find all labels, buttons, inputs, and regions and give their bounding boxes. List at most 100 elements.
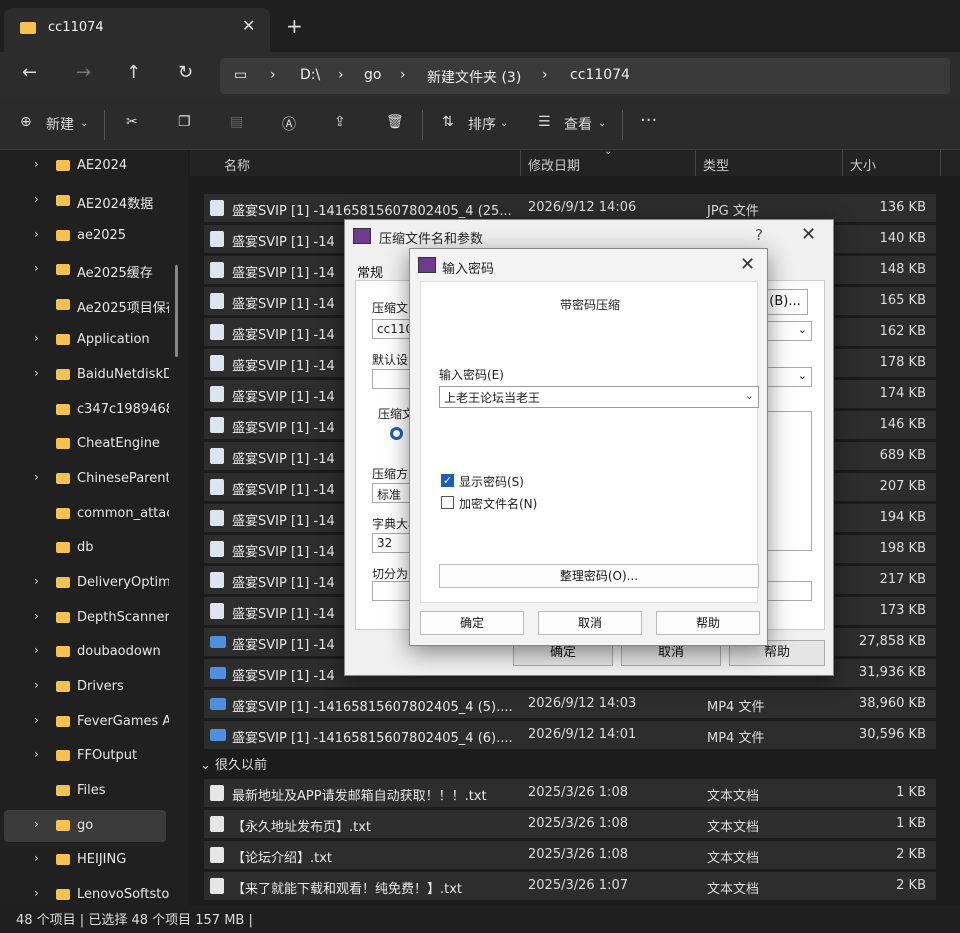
- new-tab-icon[interactable]: +: [286, 14, 303, 38]
- encrypt-filenames-label[interactable]: 加密文件名(N): [459, 495, 537, 512]
- sidebar-item[interactable]: › Application: [0, 324, 180, 356]
- file-row[interactable]: 【论坛介绍】.txt 2025/3/26 1:08 文本文档 2 KB: [204, 841, 936, 869]
- new-button[interactable]: 新建: [46, 114, 74, 134]
- file-row[interactable]: 最新地址及APP请发邮箱自动获取！！！.txt 2025/3/26 1:08 文本文…: [204, 779, 936, 807]
- chevron-right-icon[interactable]: ›: [34, 261, 39, 275]
- file-row[interactable]: 盛宴SVIP [1] -14165815607802405_4 (6).... 2…: [204, 721, 936, 749]
- sidebar-item[interactable]: › ae2025: [0, 220, 180, 252]
- chevron-right-icon[interactable]: ›: [34, 331, 39, 345]
- ok-button[interactable]: 确定: [420, 611, 524, 635]
- format-radio[interactable]: [390, 427, 403, 440]
- sidebar-item[interactable]: › doubaodown: [0, 636, 180, 668]
- chevron-down-icon[interactable]: ⌄: [745, 389, 754, 402]
- delete-icon[interactable]: 🗑: [386, 114, 404, 130]
- password-input[interactable]: 上老王论坛当老王 ⌄: [439, 386, 759, 408]
- manage-passwords-button[interactable]: 整理密码(O)...: [439, 564, 759, 588]
- more-icon[interactable]: ···: [640, 110, 657, 131]
- chevron-right-icon[interactable]: ›: [34, 157, 39, 171]
- sidebar-item[interactable]: Files: [0, 775, 180, 807]
- chevron-right-icon[interactable]: ›: [34, 470, 39, 484]
- chevron-right-icon[interactable]: ›: [34, 886, 39, 900]
- chevron-right-icon[interactable]: ›: [34, 609, 39, 623]
- view-button[interactable]: 查看: [564, 114, 592, 134]
- group-header[interactable]: ⌄ 很久以前: [200, 754, 267, 773]
- column-date[interactable]: 修改日期: [528, 155, 580, 174]
- refresh-icon[interactable]: ↻: [178, 62, 193, 83]
- navigation-pane[interactable]: › AE2024 › AE2024数据 › ae2025 › Ae2025缓存 Ae20…: [0, 150, 188, 905]
- paste-icon[interactable]: ▤: [230, 114, 243, 130]
- chevron-down-icon[interactable]: ⌄: [200, 758, 215, 773]
- forward-icon[interactable]: →: [76, 62, 91, 83]
- chevron-right-icon[interactable]: ›: [34, 227, 39, 241]
- sidebar-item[interactable]: › DepthScanner: [0, 602, 180, 634]
- breadcrumb-new-folder[interactable]: 新建文件夹 (3): [427, 67, 521, 87]
- sidebar-item[interactable]: › ChineseParent: [0, 463, 180, 495]
- show-password-label[interactable]: 显示密码(S): [459, 473, 524, 490]
- sidebar-item[interactable]: › HEIJING: [0, 844, 180, 876]
- breadcrumb-drive[interactable]: D:\: [300, 67, 320, 83]
- share-icon[interactable]: ⇪: [334, 114, 346, 130]
- chevron-right-icon[interactable]: ›: [34, 678, 39, 692]
- cut-icon[interactable]: ✂: [126, 114, 138, 130]
- sidebar-item[interactable]: › Ae2025缓存: [0, 254, 180, 286]
- sidebar-item[interactable]: ›DeliveryOptimization: [0, 567, 180, 599]
- sidebar-item[interactable]: › AE2024: [0, 150, 180, 182]
- new-icon[interactable]: ⊕: [20, 114, 32, 130]
- image-file-icon: [210, 386, 224, 402]
- column-type[interactable]: 类型: [703, 155, 729, 174]
- chevron-right-icon[interactable]: ›: [34, 713, 39, 727]
- sidebar-item[interactable]: ›LenovoSoftstore: [0, 879, 180, 905]
- sidebar-item[interactable]: common_attach: [0, 498, 180, 530]
- view-icon[interactable]: ☰: [538, 114, 551, 130]
- sidebar-item[interactable]: c347c19894683: [0, 394, 180, 426]
- sidebar-scrollbar[interactable]: [175, 265, 178, 357]
- chevron-right-icon[interactable]: ›: [34, 366, 39, 380]
- breadcrumb-go[interactable]: go: [364, 67, 381, 83]
- rename-icon[interactable]: Ⓐ: [282, 114, 296, 134]
- close-tab-icon[interactable]: ✕: [242, 16, 255, 35]
- sidebar-item[interactable]: ›BaiduNetdiskDownload: [0, 359, 180, 391]
- sort-button[interactable]: 排序: [468, 114, 496, 134]
- file-row[interactable]: 盛宴SVIP [1] -14165815607802405_4 (5).... 2…: [204, 690, 936, 718]
- chevron-right-icon[interactable]: ›: [34, 851, 39, 865]
- file-row[interactable]: 【永久地址发布页】.txt 2025/3/26 1:08 文本文档 1 KB: [204, 810, 936, 838]
- sort-icon[interactable]: ⇅: [442, 114, 454, 130]
- copy-icon[interactable]: ❐: [178, 114, 191, 130]
- tab-general[interactable]: 常规: [357, 262, 383, 281]
- help-icon[interactable]: ?: [755, 226, 763, 244]
- split-input[interactable]: [372, 581, 412, 601]
- sidebar-item[interactable]: Ae2025项目保存: [0, 289, 180, 321]
- up-icon[interactable]: ↑: [126, 62, 141, 83]
- help-button[interactable]: 帮助: [656, 611, 760, 635]
- address-bar[interactable]: ▭ › D:\ › go › 新建文件夹 (3) › cc11074: [220, 58, 950, 94]
- sidebar-item[interactable]: › AE2024数据: [0, 185, 180, 217]
- close-icon[interactable]: ✕: [801, 224, 816, 245]
- method-select[interactable]: 标准: [372, 483, 412, 503]
- tab-cc11074[interactable]: cc11074 ✕: [4, 8, 270, 52]
- sidebar-item[interactable]: › FeverGames A: [0, 706, 180, 738]
- sidebar-item-selected[interactable]: › go: [4, 810, 166, 842]
- chevron-right-icon[interactable]: ›: [34, 192, 39, 206]
- dictionary-select[interactable]: 32: [372, 533, 412, 553]
- close-icon[interactable]: ✕: [740, 254, 755, 275]
- browse-button[interactable]: (B)...: [762, 289, 808, 315]
- sidebar-item[interactable]: › Drivers: [0, 671, 180, 703]
- sidebar-item[interactable]: › FFOutput: [0, 740, 180, 772]
- show-password-checkbox[interactable]: ✓: [441, 474, 454, 487]
- file-row[interactable]: 盛宴SVIP [1] -14165815607802405_4 (25... 20…: [204, 194, 936, 222]
- column-size[interactable]: 大小: [850, 155, 876, 174]
- chevron-right-icon[interactable]: ›: [34, 817, 39, 831]
- back-icon[interactable]: ←: [22, 62, 37, 83]
- profile-button[interactable]: [372, 369, 412, 389]
- chevron-right-icon[interactable]: ›: [34, 643, 39, 657]
- column-name[interactable]: 名称: [224, 155, 250, 174]
- cancel-button[interactable]: 取消: [538, 611, 642, 635]
- sidebar-item[interactable]: CheatEngine: [0, 428, 180, 460]
- chevron-right-icon[interactable]: ›: [34, 574, 39, 588]
- sidebar-item[interactable]: db: [0, 532, 180, 564]
- chevron-right-icon[interactable]: ›: [34, 747, 39, 761]
- computer-icon[interactable]: ▭: [234, 67, 247, 83]
- breadcrumb-current[interactable]: cc11074: [570, 67, 630, 83]
- file-row[interactable]: 【来了就能下载和观看！纯免费！】.txt 2025/3/26 1:07 文本文档 2 …: [204, 872, 936, 900]
- encrypt-filenames-checkbox[interactable]: [441, 496, 454, 509]
